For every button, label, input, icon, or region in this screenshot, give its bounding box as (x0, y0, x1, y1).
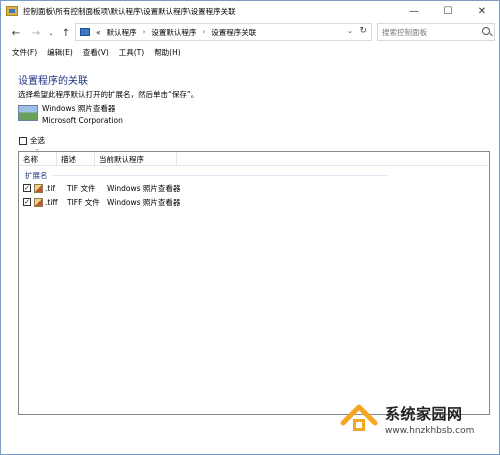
chevron-down-icon[interactable]: ⌄ (347, 27, 353, 35)
recent-locations-button[interactable]: ⌄ (47, 26, 55, 40)
column-header-name[interactable]: ^ 名称 (19, 149, 57, 166)
checkbox[interactable]: ✓ (23, 184, 31, 192)
control-panel-icon (80, 28, 90, 36)
extension-description: TIF 文件 (67, 183, 96, 193)
select-all-checkbox[interactable]: 全选 (19, 135, 45, 146)
photo-viewer-icon (18, 105, 38, 121)
control-panel-icon (6, 6, 18, 16)
navigation-bar: ← → ⌄ ↑ « 默认程序 › 设置默认程序 › 设置程序关联 ⌄ ↻ (1, 23, 499, 43)
breadcrumb-default-programs[interactable]: 默认程序 (107, 27, 137, 38)
main-content: 设置程序的关联 选择希望此程序默认打开的扩展名，然后单击“保存”。 Window… (1, 61, 499, 454)
page-title: 设置程序的关联 (18, 76, 88, 87)
instruction-text: 选择希望此程序默认打开的扩展名，然后单击“保存”。 (18, 90, 199, 99)
breadcrumb-set-associations[interactable]: 设置程序关联 (211, 27, 256, 38)
menu-help[interactable]: 帮助(H) (154, 47, 181, 58)
chevron-right-icon[interactable]: › (202, 28, 205, 36)
title-bar[interactable]: 控制面板\所有控制面板项\默认程序\设置默认程序\设置程序关联 — ☐ ✕ (1, 1, 499, 21)
breadcrumb-set-default-programs[interactable]: 设置默认程序 (151, 27, 196, 38)
extension-name: .tif (45, 183, 56, 193)
current-default-program: Windows 照片查看器 (107, 197, 181, 207)
group-label: 扩展名 (25, 170, 48, 180)
search-input[interactable] (378, 27, 478, 37)
program-company: Microsoft Corporation (42, 116, 123, 125)
program-info: Windows 照片查看器 Microsoft Corporation (18, 103, 123, 125)
window-title: 控制面板\所有控制面板项\默认程序\设置默认程序\设置程序关联 (23, 6, 236, 16)
group-divider (52, 174, 387, 176)
extension-name: .tiff (45, 197, 58, 207)
column-header-description[interactable]: 描述 (57, 152, 95, 166)
image-file-icon (34, 183, 43, 193)
search-icon[interactable] (482, 27, 490, 35)
minimize-button[interactable]: — (397, 1, 431, 21)
close-button[interactable]: ✕ (465, 1, 499, 21)
address-bar[interactable]: « 默认程序 › 设置默认程序 › 设置程序关联 ⌄ ↻ (75, 23, 372, 41)
menu-file[interactable]: 文件(F) (12, 47, 37, 58)
list-item[interactable]: ✓ .tif TIF 文件 Windows 照片查看器 (23, 182, 203, 194)
checkbox[interactable] (19, 136, 27, 145)
menu-bar: 文件(F) 编辑(E) 查看(V) 工具(T) 帮助(H) (1, 45, 499, 59)
chevron-right-icon[interactable]: › (143, 28, 146, 36)
up-button[interactable]: ↑ (59, 26, 73, 40)
checkbox[interactable]: ✓ (23, 198, 31, 206)
current-default-program: Windows 照片查看器 (107, 183, 181, 193)
menu-view[interactable]: 查看(V) (83, 47, 109, 58)
menu-edit[interactable]: 编辑(E) (47, 47, 73, 58)
extension-description: TIFF 文件 (67, 197, 100, 207)
extension-list[interactable]: ^ 名称 描述 当前默认程序 扩展名 ✓ .tif TIF 文件 Windows… (18, 149, 490, 415)
house-logo-icon (339, 401, 379, 437)
group-header-extensions[interactable]: 扩展名 (25, 170, 387, 180)
site-watermark: 系统家园网 www.hnzkhbsb.com (339, 401, 474, 437)
list-item[interactable]: ✓ .tiff TIFF 文件 Windows 照片查看器 (23, 196, 203, 208)
column-header-current-default[interactable]: 当前默认程序 (95, 152, 177, 166)
forward-button[interactable]: → (29, 26, 43, 40)
sort-caret-icon: ^ (35, 149, 40, 155)
program-name: Windows 照片查看器 (42, 104, 116, 113)
control-panel-window: 控制面板\所有控制面板项\默认程序\设置默认程序\设置程序关联 — ☐ ✕ ← … (0, 0, 500, 455)
list-header: ^ 名称 描述 当前默认程序 (19, 149, 489, 166)
image-file-icon (34, 197, 43, 207)
window-controls: — ☐ ✕ (397, 1, 499, 21)
maximize-button[interactable]: ☐ (431, 1, 465, 21)
breadcrumb-overflow[interactable]: « (96, 28, 101, 37)
select-all-label: 全选 (30, 136, 45, 145)
search-box[interactable] (377, 23, 495, 41)
watermark-name: 系统家园网 (385, 404, 463, 423)
menu-tools[interactable]: 工具(T) (119, 47, 144, 58)
back-button[interactable]: ← (9, 26, 23, 40)
watermark-url: www.hnzkhbsb.com (385, 425, 475, 436)
refresh-icon[interactable]: ↻ (359, 26, 367, 36)
